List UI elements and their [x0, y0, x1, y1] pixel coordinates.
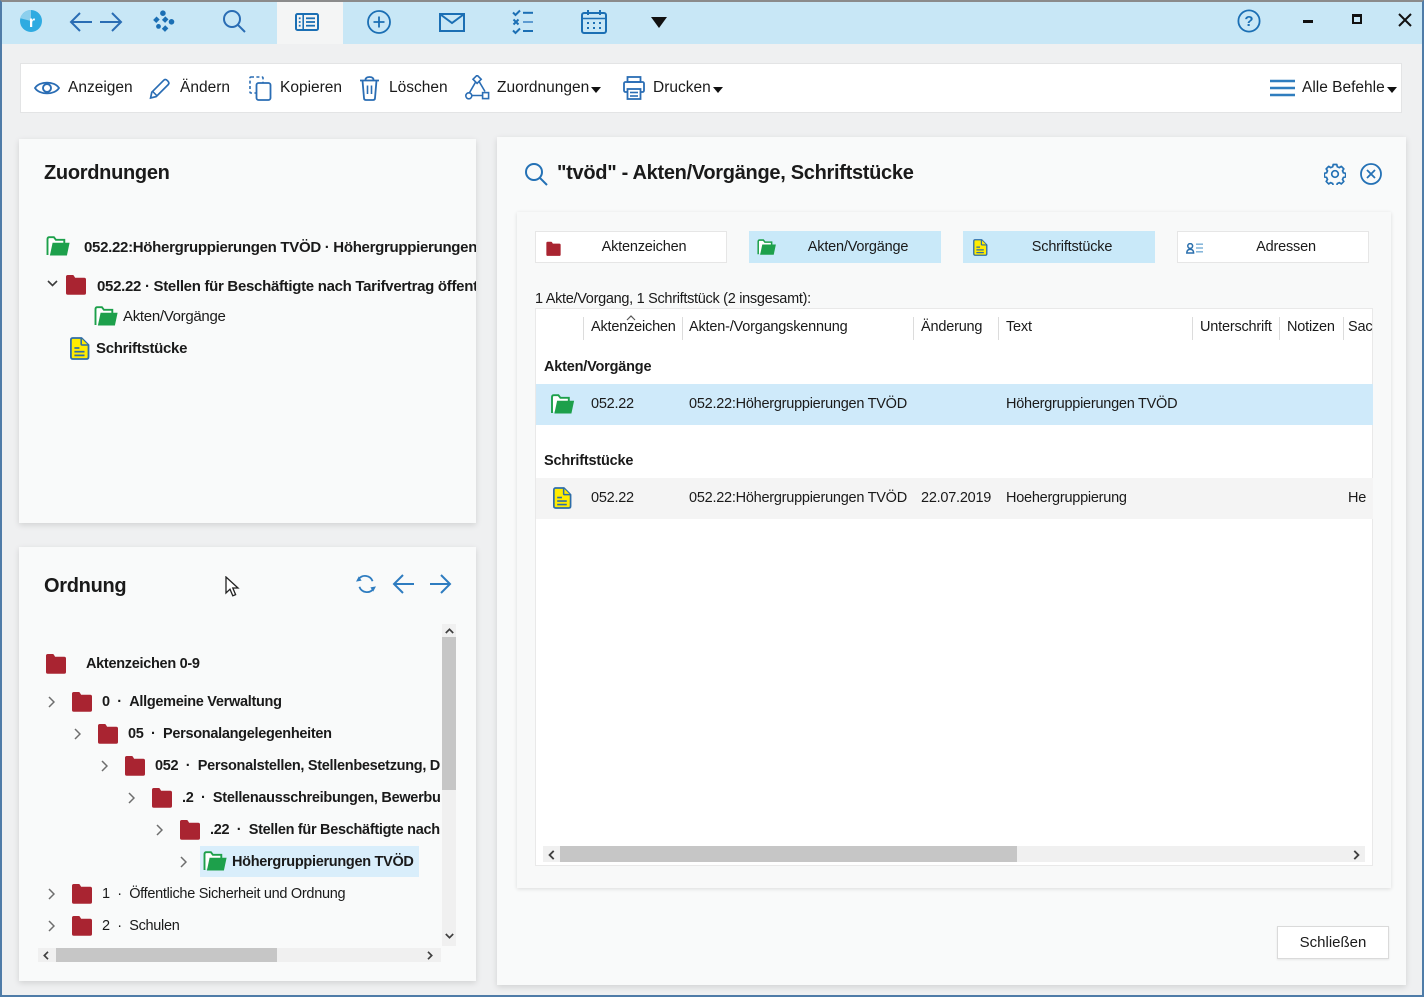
svg-text:r: r — [29, 14, 35, 31]
svg-text:?: ? — [1244, 13, 1253, 30]
